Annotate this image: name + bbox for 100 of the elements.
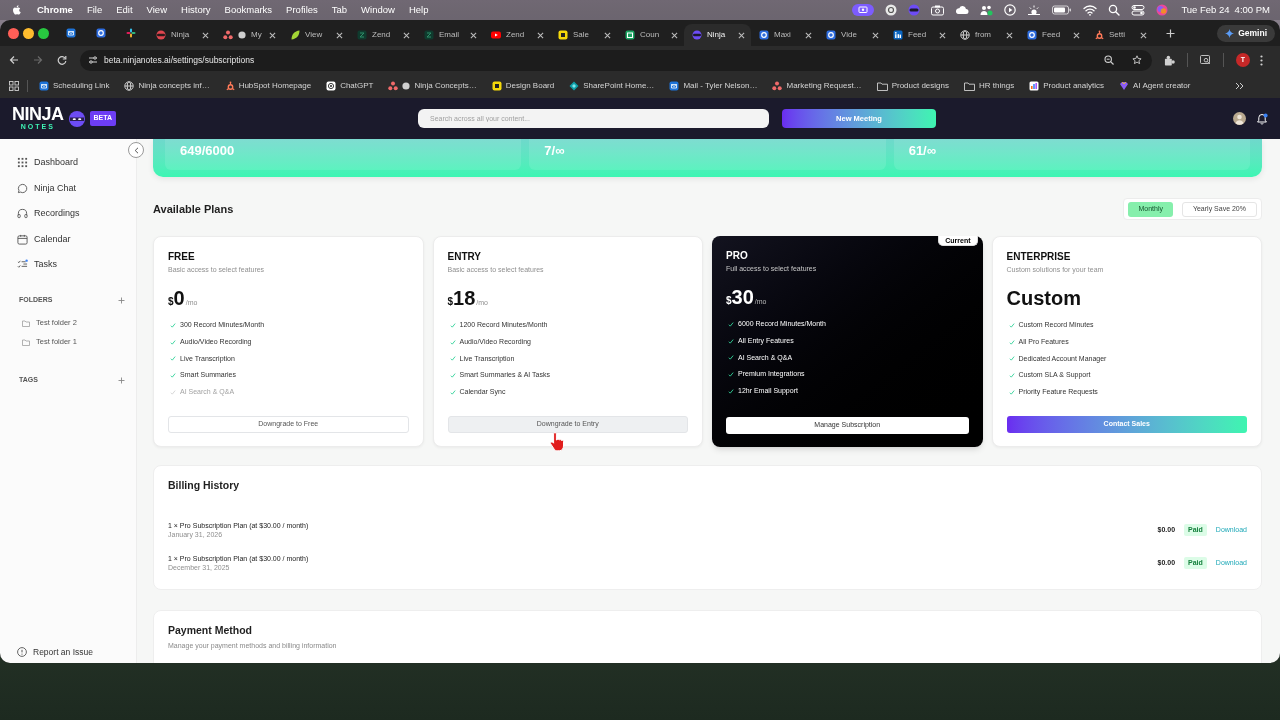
zoom-icon[interactable] [1104, 55, 1114, 65]
browser-tab[interactable]: Setti [1086, 24, 1153, 46]
bookmark[interactable]: Ninja concepts inf… [121, 77, 213, 95]
browser-tab[interactable]: Feed [1019, 24, 1086, 46]
menu-bar-date[interactable]: Tue Feb 24 [1181, 2, 1230, 18]
close-icon[interactable] [202, 31, 209, 39]
wifi-icon[interactable] [1083, 4, 1098, 16]
color-orb-icon[interactable] [1156, 4, 1169, 16]
close-icon[interactable] [805, 31, 812, 39]
bookmark[interactable]: Product designs [873, 77, 952, 95]
search-icon[interactable] [1108, 4, 1121, 16]
camera-icon[interactable] [931, 4, 945, 16]
battery-icon[interactable] [1052, 4, 1073, 16]
play-tile-icon [491, 30, 501, 40]
report-issue-link[interactable]: Report an Issue [0, 642, 136, 662]
control-center-icon[interactable] [1131, 4, 1146, 16]
app-menu[interactable]: Chrome [37, 2, 73, 18]
nav-item[interactable]: Ninja Chat [0, 175, 136, 201]
bookmark[interactable]: Mail - Tyler Nelson… [666, 77, 761, 95]
bookmark[interactable]: AI Agent creator [1116, 77, 1194, 95]
menu-item[interactable]: View [146, 2, 167, 18]
double-chevron-icon[interactable] [1235, 82, 1244, 90]
people-icon[interactable] [980, 4, 994, 16]
close-window-button[interactable] [8, 27, 19, 39]
nav-item[interactable]: Calendar [0, 226, 136, 252]
close-icon[interactable] [336, 31, 343, 39]
browser-tab[interactable]: My [215, 24, 282, 46]
menu-item[interactable]: File [86, 2, 103, 18]
menu-item[interactable]: Profiles [286, 2, 318, 18]
close-icon[interactable] [738, 31, 745, 39]
bookmark[interactable]: Scheduling Link [36, 77, 113, 95]
menu-item[interactable]: Bookmarks [224, 2, 273, 18]
puzzle-piece-icon[interactable] [1164, 54, 1175, 66]
apple-logo-icon[interactable] [12, 4, 22, 16]
star-icon[interactable] [1132, 55, 1142, 65]
nav-item[interactable]: Recordings [0, 201, 136, 227]
sunrise-icon[interactable] [1027, 4, 1042, 16]
bookmark[interactable]: SharePoint Home… [566, 77, 658, 95]
collapse-sidebar-button[interactable] [128, 142, 144, 158]
bell-icon[interactable] [1256, 112, 1268, 125]
globe-icon [960, 30, 970, 40]
plan-price: Custom [1006, 286, 1081, 310]
avatar-icon[interactable] [1233, 112, 1246, 125]
bookmark[interactable]: Marketing Request… [769, 77, 865, 95]
back-arrow-icon[interactable] [9, 55, 19, 65]
address-bar[interactable]: beta.ninjanotes.ai/settings/subscriptions [80, 49, 1152, 71]
menu-item[interactable]: Help [408, 2, 429, 18]
browser-tab[interactable]: Coun [617, 24, 684, 46]
menu-item[interactable]: Tab [331, 2, 348, 18]
close-icon[interactable] [470, 31, 477, 39]
close-icon[interactable] [537, 31, 544, 39]
mask-icon[interactable] [908, 4, 921, 16]
bookmark[interactable]: HR things [961, 77, 1018, 95]
tab-search-icon[interactable] [1200, 55, 1211, 65]
nav-item[interactable]: Dashboard [0, 150, 136, 176]
nav-item[interactable]: Tasks [0, 252, 136, 278]
usage-stat: 61/∞ [893, 139, 1250, 170]
browser-tab[interactable]: Zend [483, 24, 550, 46]
bookmark[interactable]: ChatGPT [323, 77, 377, 95]
close-icon[interactable] [1140, 31, 1147, 39]
menu-bar-time[interactable]: 4:00 PM [1234, 2, 1270, 18]
close-icon[interactable] [939, 31, 946, 39]
close-icon[interactable] [604, 31, 611, 39]
play-circle-icon[interactable] [1004, 4, 1017, 16]
bookmark[interactable]: Ninja Concepts… [385, 77, 480, 95]
site-settings-icon[interactable] [88, 55, 98, 65]
calendar-icon [17, 233, 28, 245]
close-icon[interactable] [1006, 31, 1013, 39]
browser-tab[interactable]: Ninja [148, 24, 215, 46]
more-menu-icon[interactable] [1260, 54, 1263, 66]
square-tile-icon [558, 30, 568, 40]
apps-grid-icon[interactable] [9, 81, 19, 91]
browser-tab[interactable]: View [282, 24, 349, 46]
gemini-button[interactable]: Gemini [1217, 24, 1275, 42]
browser-tab[interactable]: Sale [550, 24, 617, 46]
menu-item[interactable]: Window [361, 2, 395, 18]
close-icon[interactable] [269, 31, 276, 39]
bookmark[interactable]: Product analytics [1026, 77, 1108, 95]
close-icon[interactable] [1073, 31, 1080, 39]
bookmark[interactable]: Design Board [488, 77, 558, 95]
browser-tab[interactable]: Maxi [751, 24, 818, 46]
reload-icon[interactable] [57, 55, 67, 65]
close-icon[interactable] [872, 31, 879, 39]
menu-item[interactable]: History [181, 2, 211, 18]
browser-tab[interactable]: Ninja [684, 24, 751, 46]
browser-tab[interactable]: Zend [349, 24, 416, 46]
close-icon[interactable] [403, 31, 410, 39]
menu-item[interactable]: Edit [116, 2, 133, 18]
ring-app-icon[interactable] [885, 4, 898, 16]
browser-tab[interactable]: Email [416, 24, 483, 46]
browser-tab[interactable]: Feed [885, 24, 952, 46]
screen-share-icon[interactable] [852, 4, 875, 16]
bookmark[interactable]: HubSpot Homepage [221, 77, 315, 95]
plus-icon[interactable] [1166, 28, 1175, 38]
minimize-window-button[interactable] [23, 27, 34, 39]
browser-tab[interactable]: Vide [818, 24, 885, 46]
close-icon[interactable] [671, 31, 678, 39]
browser-tab[interactable]: from [952, 24, 1019, 46]
zoom-window-button[interactable] [38, 27, 49, 39]
cloud-icon[interactable] [955, 4, 970, 16]
